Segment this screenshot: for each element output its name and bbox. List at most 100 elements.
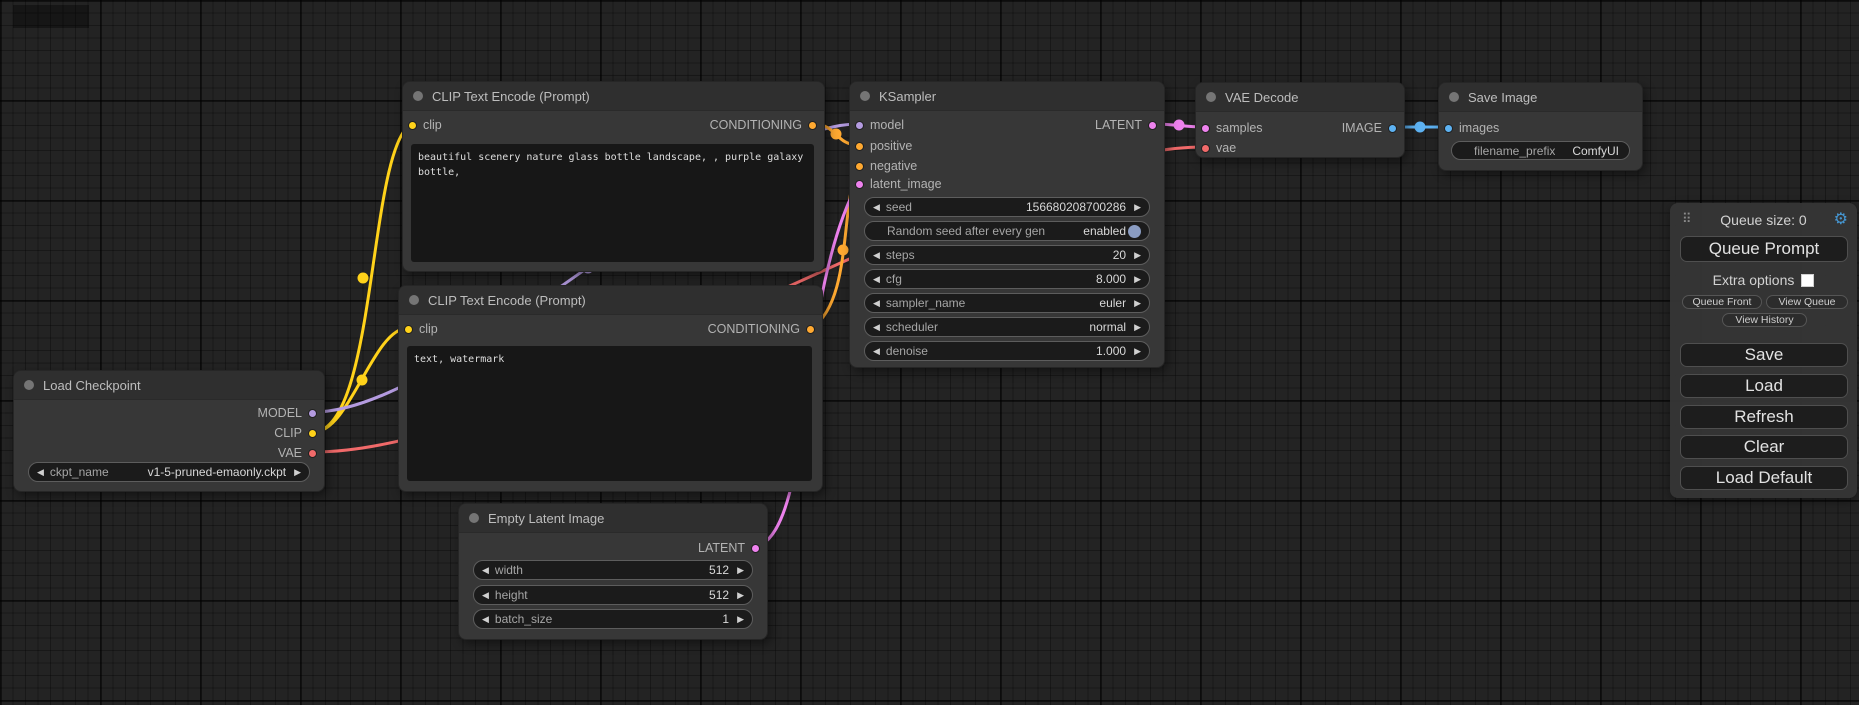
prev-value-arrow-icon[interactable]: ◀ bbox=[482, 566, 489, 575]
collapse-dot-icon[interactable] bbox=[469, 513, 479, 523]
node-clip-text-encode-negative[interactable]: CLIP Text Encode (Prompt) clip CONDITION… bbox=[398, 285, 823, 492]
clip-input-label: clip bbox=[419, 322, 438, 336]
next-value-arrow-icon[interactable]: ▶ bbox=[737, 566, 744, 575]
node-save-image[interactable]: Save Image images filename_prefix ComfyU… bbox=[1438, 82, 1643, 171]
prev-value-arrow-icon[interactable]: ◀ bbox=[482, 591, 489, 600]
queue-front-button[interactable]: Queue Front bbox=[1682, 295, 1762, 309]
view-queue-button[interactable]: View Queue bbox=[1766, 295, 1848, 309]
collapse-dot-icon[interactable] bbox=[1449, 92, 1459, 102]
node-vae-decode[interactable]: VAE Decode samples vae IMAGE bbox=[1195, 82, 1405, 158]
collapse-dot-icon[interactable] bbox=[413, 91, 423, 101]
prev-value-arrow-icon[interactable]: ◀ bbox=[873, 347, 880, 356]
prev-value-arrow-icon[interactable]: ◀ bbox=[873, 299, 880, 308]
toggle-knob-icon[interactable] bbox=[1128, 225, 1141, 238]
extra-options-checkbox[interactable] bbox=[1801, 274, 1814, 287]
clip-input-label: clip bbox=[423, 118, 442, 132]
latent-image-input-port[interactable] bbox=[855, 180, 864, 189]
clip-input-port[interactable] bbox=[408, 121, 417, 130]
node-title: CLIP Text Encode (Prompt) bbox=[428, 293, 586, 308]
conditioning-output-port[interactable] bbox=[806, 325, 815, 334]
node-title-bar[interactable]: CLIP Text Encode (Prompt) bbox=[399, 286, 822, 315]
clip-input-port[interactable] bbox=[404, 325, 413, 334]
node-ksampler[interactable]: KSampler model positive negative latent_… bbox=[849, 81, 1165, 368]
sampler-name-widget[interactable]: ◀ sampler_name euler ▶ bbox=[864, 293, 1150, 313]
ckpt-name-widget[interactable]: ◀ ckpt_name v1-5-pruned-emaonly.ckpt ▶ bbox=[28, 462, 310, 482]
node-title-bar[interactable]: Save Image bbox=[1439, 83, 1642, 112]
steps-widget[interactable]: ◀ steps 20 ▶ bbox=[864, 245, 1150, 265]
height-widget[interactable]: ◀ height 512 ▶ bbox=[473, 585, 753, 605]
save-button[interactable]: Save bbox=[1680, 343, 1848, 367]
node-load-checkpoint[interactable]: Load Checkpoint MODEL CLIP VAE ◀ ckpt_na… bbox=[13, 370, 325, 492]
collapse-dot-icon[interactable] bbox=[1206, 92, 1216, 102]
load-default-button[interactable]: Load Default bbox=[1680, 466, 1848, 490]
width-widget[interactable]: ◀ width 512 ▶ bbox=[473, 560, 753, 580]
next-value-arrow-icon[interactable]: ▶ bbox=[1134, 203, 1141, 212]
image-output-port[interactable] bbox=[1388, 124, 1397, 133]
images-input-port[interactable] bbox=[1444, 124, 1453, 133]
batch-size-widget[interactable]: ◀ batch_size 1 ▶ bbox=[473, 609, 753, 629]
negative-prompt-textarea[interactable]: text, watermark bbox=[407, 346, 812, 481]
prev-value-arrow-icon[interactable]: ◀ bbox=[482, 615, 489, 624]
node-title-bar[interactable]: Load Checkpoint bbox=[14, 371, 324, 400]
vae-input-label: vae bbox=[1216, 141, 1236, 155]
next-value-arrow-icon[interactable]: ▶ bbox=[294, 468, 301, 477]
vae-input-port[interactable] bbox=[1201, 144, 1210, 153]
conditioning-output-label: CONDITIONING bbox=[710, 118, 802, 132]
conditioning-output-port[interactable] bbox=[808, 121, 817, 130]
node-title: KSampler bbox=[879, 89, 936, 104]
latent-output-port[interactable] bbox=[1148, 121, 1157, 130]
vae-output-port[interactable] bbox=[308, 449, 317, 458]
next-value-arrow-icon[interactable]: ▶ bbox=[1134, 323, 1141, 332]
denoise-widget[interactable]: ◀ denoise 1.000 ▶ bbox=[864, 341, 1150, 361]
prev-value-arrow-icon[interactable]: ◀ bbox=[37, 468, 44, 477]
load-button[interactable]: Load bbox=[1680, 374, 1848, 398]
link-midpoint-dot bbox=[1174, 120, 1185, 131]
model-input-port[interactable] bbox=[855, 121, 864, 130]
collapse-dot-icon[interactable] bbox=[409, 295, 419, 305]
link-midpoint-dot bbox=[357, 375, 368, 386]
samples-input-port[interactable] bbox=[1201, 124, 1210, 133]
cfg-widget[interactable]: ◀ cfg 8.000 ▶ bbox=[864, 269, 1150, 289]
next-value-arrow-icon[interactable]: ▶ bbox=[1134, 251, 1141, 260]
node-clip-text-encode-positive[interactable]: CLIP Text Encode (Prompt) clip CONDITION… bbox=[402, 81, 825, 272]
positive-input-port[interactable] bbox=[855, 142, 864, 151]
prev-value-arrow-icon[interactable]: ◀ bbox=[873, 251, 880, 260]
next-value-arrow-icon[interactable]: ▶ bbox=[737, 615, 744, 624]
queue-prompt-button[interactable]: Queue Prompt bbox=[1680, 236, 1848, 262]
refresh-button[interactable]: Refresh bbox=[1680, 405, 1848, 429]
filename-prefix-widget[interactable]: filename_prefix ComfyUI bbox=[1451, 141, 1630, 160]
model-output-port[interactable] bbox=[308, 409, 317, 418]
node-title: Empty Latent Image bbox=[488, 511, 604, 526]
next-value-arrow-icon[interactable]: ▶ bbox=[1134, 299, 1141, 308]
prev-value-arrow-icon[interactable]: ◀ bbox=[873, 275, 880, 284]
next-value-arrow-icon[interactable]: ▶ bbox=[1134, 347, 1141, 356]
node-title-bar[interactable]: CLIP Text Encode (Prompt) bbox=[403, 82, 824, 111]
prev-value-arrow-icon[interactable]: ◀ bbox=[873, 203, 880, 212]
negative-input-port[interactable] bbox=[855, 162, 864, 171]
node-title-bar[interactable]: Empty Latent Image bbox=[459, 504, 767, 533]
node-title-bar[interactable]: VAE Decode bbox=[1196, 83, 1404, 112]
next-value-arrow-icon[interactable]: ▶ bbox=[737, 591, 744, 600]
prev-value-arrow-icon[interactable]: ◀ bbox=[873, 323, 880, 332]
node-title-bar[interactable]: KSampler bbox=[850, 82, 1164, 111]
conditioning-output-label: CONDITIONING bbox=[708, 322, 800, 336]
next-value-arrow-icon[interactable]: ▶ bbox=[1134, 275, 1141, 284]
link-midpoint-dot bbox=[358, 273, 369, 284]
random-seed-toggle-widget[interactable]: Random seed after every gen enabled bbox=[864, 221, 1150, 241]
scheduler-widget[interactable]: ◀ scheduler normal ▶ bbox=[864, 317, 1150, 337]
collapse-dot-icon[interactable] bbox=[24, 380, 34, 390]
clip-output-port[interactable] bbox=[308, 429, 317, 438]
latent-output-label: LATENT bbox=[698, 541, 745, 555]
clip-output-label: CLIP bbox=[274, 426, 302, 440]
view-history-button[interactable]: View History bbox=[1722, 313, 1807, 327]
settings-gear-icon[interactable]: ⚙ bbox=[1834, 210, 1848, 230]
seed-widget[interactable]: ◀ seed 156680208700286 ▶ bbox=[864, 197, 1150, 217]
comfyui-graph-canvas[interactable]: Load Checkpoint MODEL CLIP VAE ◀ ckpt_na… bbox=[0, 0, 1859, 705]
model-output-label: MODEL bbox=[258, 406, 302, 420]
collapse-dot-icon[interactable] bbox=[860, 91, 870, 101]
node-empty-latent-image[interactable]: Empty Latent Image LATENT ◀ width 512 ▶ … bbox=[458, 503, 768, 640]
clear-button[interactable]: Clear bbox=[1680, 435, 1848, 459]
queue-menu-panel: ⠿ Queue size: 0 ⚙ Queue Prompt Extra opt… bbox=[1670, 203, 1857, 498]
positive-prompt-textarea[interactable]: beautiful scenery nature glass bottle la… bbox=[411, 144, 814, 262]
latent-output-port[interactable] bbox=[751, 544, 760, 553]
